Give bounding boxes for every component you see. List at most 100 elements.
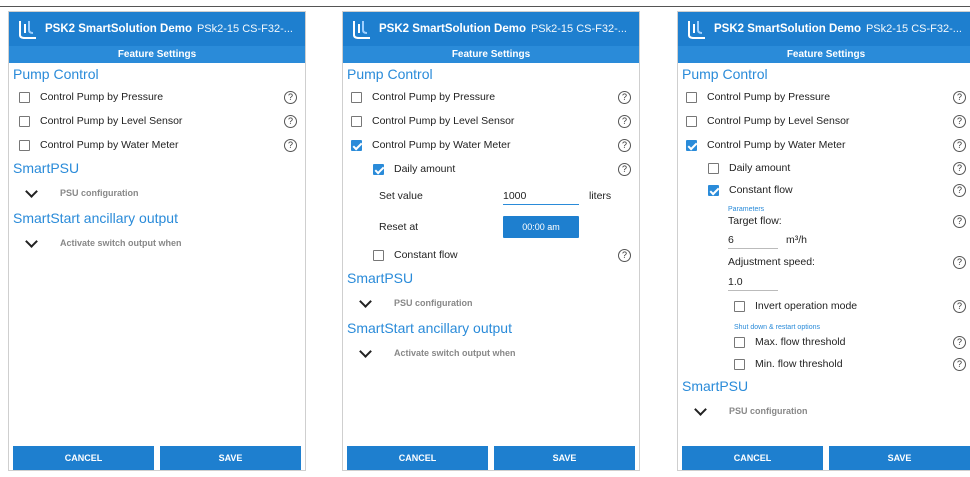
- target-flow-unit: m³/h: [786, 234, 807, 246]
- adjustment-speed-row: 1.0: [678, 271, 970, 293]
- help-icon[interactable]: ?: [618, 248, 631, 262]
- activate-switch-expander[interactable]: Activate switch output when: [343, 339, 639, 367]
- water-meter-checkbox[interactable]: [351, 139, 362, 151]
- option-water-meter[interactable]: Control Pump by Water Meter ?: [678, 133, 970, 157]
- help-icon[interactable]: ?: [618, 138, 631, 152]
- help-icon[interactable]: ?: [284, 138, 297, 152]
- water-meter-label: Control Pump by Water Meter: [372, 139, 511, 151]
- invert-operation-checkbox[interactable]: [734, 300, 745, 312]
- pressure-checkbox[interactable]: [19, 91, 30, 103]
- set-value-label: Set value: [379, 190, 423, 202]
- section-smartpsu: SmartPSU: [13, 160, 80, 176]
- help-icon[interactable]: ?: [953, 214, 966, 228]
- option-water-meter[interactable]: Control Pump by Water Meter ?: [9, 133, 305, 157]
- option-level-sensor[interactable]: Control Pump by Level Sensor ?: [343, 109, 639, 133]
- psu-configuration-label: PSU configuration: [60, 188, 139, 198]
- reset-at-row: Reset at 00:00 am: [343, 211, 639, 243]
- section-pump-control: Pump Control: [682, 66, 768, 82]
- option-level-sensor[interactable]: Control Pump by Level Sensor ?: [678, 109, 970, 133]
- feature-settings-header: Feature Settings: [678, 46, 970, 63]
- level-sensor-checkbox[interactable]: [351, 115, 362, 127]
- psu-configuration-expander[interactable]: PSU configuration: [678, 397, 970, 425]
- daily-amount-checkbox[interactable]: [373, 163, 384, 175]
- water-meter-checkbox[interactable]: [19, 139, 30, 151]
- save-button[interactable]: SAVE: [829, 446, 970, 470]
- level-sensor-checkbox[interactable]: [686, 115, 697, 127]
- option-pressure[interactable]: Control Pump by Pressure ?: [9, 85, 305, 109]
- app-title: PSK2 SmartSolution Demo: [714, 23, 861, 35]
- pressure-label: Control Pump by Pressure: [40, 91, 164, 103]
- option-level-sensor[interactable]: Control Pump by Level Sensor ?: [9, 109, 305, 133]
- help-icon[interactable]: ?: [953, 114, 966, 128]
- level-sensor-checkbox[interactable]: [19, 115, 30, 127]
- device-name: PSk2-15 CS-F32-...: [196, 23, 293, 35]
- help-icon[interactable]: ?: [953, 138, 966, 152]
- reset-at-label: Reset at: [379, 221, 419, 233]
- option-min-flow[interactable]: Min. flow threshold ?: [678, 353, 970, 375]
- help-icon[interactable]: ?: [953, 357, 966, 371]
- section-smartpsu: SmartPSU: [347, 270, 414, 286]
- save-button[interactable]: SAVE: [494, 446, 635, 470]
- option-max-flow[interactable]: Max. flow threshold ?: [678, 331, 970, 353]
- save-button[interactable]: SAVE: [160, 446, 301, 470]
- max-flow-checkbox[interactable]: [734, 336, 745, 348]
- target-flow-input[interactable]: 6: [728, 231, 778, 249]
- constant-flow-checkbox[interactable]: [373, 249, 384, 261]
- activate-switch-label: Activate switch output when: [394, 348, 516, 358]
- cancel-button[interactable]: CANCEL: [13, 446, 154, 470]
- help-icon[interactable]: ?: [618, 162, 631, 176]
- daily-amount-checkbox[interactable]: [708, 162, 719, 174]
- psu-configuration-expander[interactable]: PSU configuration: [9, 179, 305, 207]
- reset-time-button[interactable]: 00:00 am: [503, 216, 579, 238]
- help-icon[interactable]: ?: [284, 114, 297, 128]
- constant-flow-label: Constant flow: [729, 184, 793, 196]
- help-icon[interactable]: ?: [953, 183, 966, 197]
- help-icon[interactable]: ?: [953, 161, 966, 175]
- constant-flow-checkbox[interactable]: [708, 184, 719, 196]
- max-flow-label: Max. flow threshold: [755, 336, 846, 348]
- pressure-label: Control Pump by Pressure: [707, 91, 831, 103]
- help-icon[interactable]: ?: [618, 114, 631, 128]
- option-pressure[interactable]: Control Pump by Pressure ?: [678, 85, 970, 109]
- section-smartstart: SmartStart ancillary output: [347, 320, 512, 336]
- option-constant-flow[interactable]: Constant flow ?: [343, 243, 639, 267]
- set-value-input[interactable]: 1000: [503, 187, 579, 205]
- water-meter-label: Control Pump by Water Meter: [40, 139, 179, 151]
- help-icon[interactable]: ?: [284, 90, 297, 104]
- target-flow-label-row: Target flow: ?: [678, 213, 970, 229]
- water-meter-checkbox[interactable]: [686, 139, 697, 151]
- pressure-checkbox[interactable]: [686, 91, 697, 103]
- option-pressure[interactable]: Control Pump by Pressure ?: [343, 85, 639, 109]
- app-title: PSK2 SmartSolution Demo: [379, 23, 526, 35]
- option-daily-amount[interactable]: Daily amount ?: [678, 157, 970, 179]
- option-water-meter[interactable]: Control Pump by Water Meter ?: [343, 133, 639, 157]
- help-icon[interactable]: ?: [953, 90, 966, 104]
- help-icon[interactable]: ?: [953, 255, 966, 269]
- screen-1: PSK2 SmartSolution Demo PSk2-15 CS-F32-.…: [8, 11, 306, 471]
- feature-settings-header: Feature Settings: [343, 46, 639, 63]
- option-invert-operation[interactable]: Invert operation mode ?: [678, 293, 970, 319]
- help-icon[interactable]: ?: [953, 299, 966, 313]
- action-bar: CANCEL SAVE: [343, 446, 639, 470]
- psu-configuration-label: PSU configuration: [729, 406, 808, 416]
- shutdown-caption: Shut down & restart options: [734, 324, 820, 331]
- settings-content: Pump Control Control Pump by Pressure ? …: [678, 63, 970, 447]
- feature-settings-header: Feature Settings: [9, 46, 305, 63]
- shutdown-caption-row: Shut down & restart options: [678, 319, 970, 331]
- min-flow-checkbox[interactable]: [734, 358, 745, 370]
- help-icon[interactable]: ?: [953, 335, 966, 349]
- psu-configuration-expander[interactable]: PSU configuration: [343, 289, 639, 317]
- daily-amount-label: Daily amount: [729, 162, 791, 174]
- option-daily-amount[interactable]: Daily amount ?: [343, 157, 639, 181]
- option-constant-flow[interactable]: Constant flow ?: [678, 179, 970, 201]
- cancel-button[interactable]: CANCEL: [347, 446, 488, 470]
- pressure-checkbox[interactable]: [351, 91, 362, 103]
- cancel-button[interactable]: CANCEL: [682, 446, 823, 470]
- adjustment-speed-label-row: Adjustment speed: ?: [678, 253, 970, 271]
- adjustment-speed-input[interactable]: 1.0: [728, 273, 778, 291]
- help-icon[interactable]: ?: [618, 90, 631, 104]
- activate-switch-label: Activate switch output when: [60, 238, 182, 248]
- chevron-down-icon: [359, 294, 372, 308]
- activate-switch-expander[interactable]: Activate switch output when: [9, 229, 305, 257]
- parameters-caption: Parameters: [728, 206, 765, 213]
